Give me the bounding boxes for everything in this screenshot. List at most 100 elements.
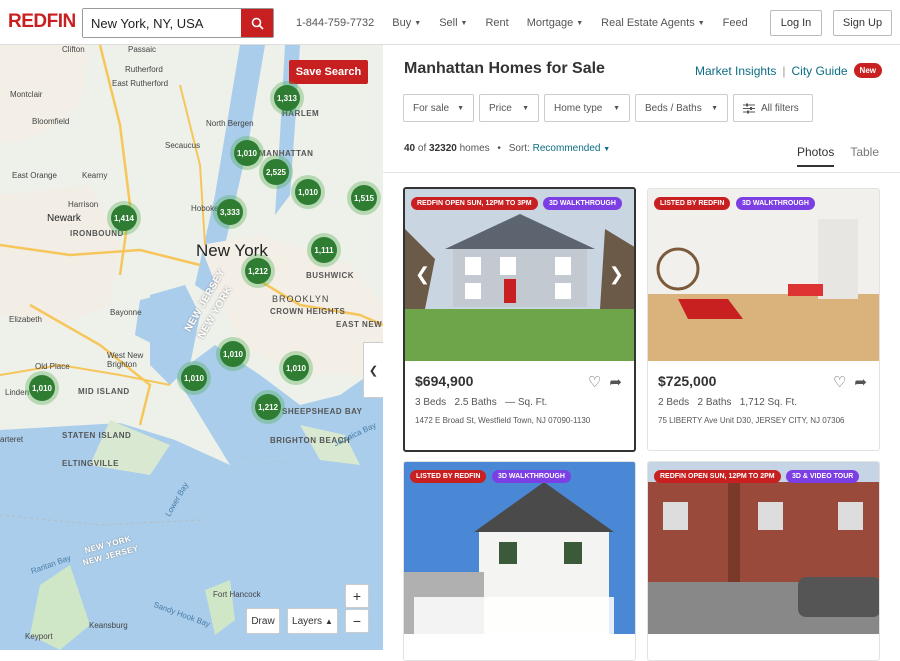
interior-photo: [648, 189, 879, 361]
listing-photo[interactable]: REDFIN OPEN SUN, 12PM TO 2PM 3D & VIDEO …: [648, 462, 879, 634]
filter-home-type[interactable]: Home type ▼: [544, 94, 630, 122]
filter-label: For sale: [413, 102, 450, 114]
results-panel: Manhattan Homes for Sale Market Insights…: [383, 45, 900, 661]
collapse-map-button[interactable]: ❮: [363, 342, 383, 398]
heart-icon[interactable]: ♡: [588, 373, 601, 391]
nav-buy[interactable]: Buy ▼: [392, 17, 421, 29]
house-photo: [405, 189, 634, 361]
search-button[interactable]: [241, 9, 273, 37]
sort-dropdown[interactable]: Recommended ▼: [533, 143, 611, 154]
sliders-icon: [743, 103, 755, 113]
search-icon: [251, 17, 264, 30]
map-label: North Bergen: [206, 119, 254, 128]
layers-button[interactable]: Layers ▲: [287, 608, 338, 634]
cluster-count: 1,515: [351, 185, 377, 211]
redfin-logo[interactable]: REDFIN: [8, 11, 76, 33]
nav-feed[interactable]: Feed: [723, 17, 748, 29]
cluster-count: 1,010: [295, 179, 321, 205]
draw-button[interactable]: Draw: [246, 608, 280, 634]
sort-label: Sort:: [508, 143, 530, 154]
search-input[interactable]: [83, 9, 241, 37]
listing-card[interactable]: REDFIN OPEN SUN, 12PM TO 3PM 3D WALKTHRO…: [403, 187, 636, 452]
zoom-out-button[interactable]: −: [345, 609, 369, 633]
nav-agents[interactable]: Real Estate Agents ▼: [601, 17, 705, 29]
sqft: 1,712 Sq. Ft.: [739, 397, 798, 408]
phone-number[interactable]: 1-844-759-7732: [296, 17, 374, 29]
city-guide-link[interactable]: City Guide: [792, 64, 848, 78]
market-insights-link[interactable]: Market Insights: [695, 64, 776, 78]
map-label: Rutherford: [125, 65, 163, 74]
walkthrough-tag: 3D WALKTHROUGH: [736, 197, 815, 210]
layers-label: Layers: [292, 615, 323, 627]
map-label: Harrison: [68, 200, 99, 209]
listing-card[interactable]: REDFIN OPEN SUN, 12PM TO 2PM 3D & VIDEO …: [647, 461, 880, 661]
cluster-marker[interactable]: 1,010: [279, 351, 313, 385]
count-unit: homes: [459, 143, 490, 154]
new-badge: New: [853, 63, 882, 78]
listing-address[interactable]: 1472 E Broad St, Westfield Town, NJ 0709…: [415, 416, 590, 425]
filter-label: Home type: [554, 102, 603, 114]
save-search-button[interactable]: Save Search: [289, 60, 368, 84]
map-label: Kearny: [82, 171, 108, 180]
cluster-marker[interactable]: 2,525: [259, 155, 293, 189]
filter-for-sale[interactable]: For sale ▼: [403, 94, 474, 122]
nav-rent[interactable]: Rent: [485, 17, 508, 29]
cluster-count: 1,010: [181, 365, 207, 391]
cluster-count: 3,333: [217, 199, 243, 225]
cluster-marker[interactable]: 1,111: [307, 233, 341, 267]
listing-photo[interactable]: LISTED BY REDFIN 3D WALKTHROUGH: [404, 462, 635, 634]
cluster-marker[interactable]: 1,010: [216, 337, 250, 371]
results-count: 40 of 32320 homes • Sort: Recommended ▼: [404, 143, 610, 154]
view-tabs: Photos Table: [781, 145, 879, 167]
listing-photo[interactable]: LISTED BY REDFIN 3D WALKTHROUGH: [648, 189, 879, 361]
listing-photo[interactable]: REDFIN OPEN SUN, 12PM TO 3PM 3D WALKTHRO…: [405, 189, 634, 361]
cluster-marker[interactable]: 1,212: [251, 390, 285, 424]
link-separator: |: [782, 63, 786, 78]
nav-sell[interactable]: Sell ▼: [439, 17, 467, 29]
cluster-marker[interactable]: 1,010: [177, 361, 211, 395]
cluster-marker[interactable]: 1,010: [25, 371, 59, 405]
share-icon[interactable]: ➦: [854, 373, 867, 391]
listing-card[interactable]: LISTED BY REDFIN 3D WALKTHROUGH: [403, 461, 636, 661]
nav-mortgage[interactable]: Mortgage ▼: [527, 17, 583, 29]
share-icon[interactable]: ➦: [609, 373, 622, 391]
chevron-down-icon: ▼: [697, 19, 705, 27]
baths: 2.5 Baths: [454, 397, 497, 408]
listing-stats: 2 Beds 2 Baths 1,712 Sq. Ft.: [658, 397, 797, 408]
map-label: Secaucus: [165, 141, 201, 150]
heart-icon[interactable]: ♡: [833, 373, 846, 391]
count-of: of: [417, 143, 427, 154]
cluster-count: 1,010: [283, 355, 309, 381]
divider: [383, 172, 900, 173]
cluster-marker[interactable]: 1,212: [241, 254, 275, 288]
cluster-marker[interactable]: 1,515: [347, 181, 381, 215]
login-button[interactable]: Log In: [770, 10, 822, 36]
map-label: SHEEPSHEAD BAY: [282, 407, 363, 416]
cluster-marker[interactable]: 1,010: [230, 136, 264, 170]
walkthrough-tag: 3D WALKTHROUGH: [543, 197, 622, 210]
cluster-marker[interactable]: 1,313: [270, 81, 304, 115]
map-view[interactable]: Save Search Clifton Passaic Rutherford E…: [0, 45, 383, 650]
count-shown: 40: [404, 143, 416, 154]
listing-address[interactable]: 75 LIBERTY Ave Unit D30, JERSEY CITY, NJ…: [658, 416, 844, 425]
cluster-marker[interactable]: 1,010: [291, 175, 325, 209]
cluster-count: 1,212: [245, 258, 271, 284]
chevron-down-icon: ▼: [576, 19, 584, 27]
baths: 2 Baths: [697, 397, 732, 408]
cluster-count: 2,525: [263, 159, 289, 185]
filter-beds-baths[interactable]: Beds / Baths ▼: [635, 94, 728, 122]
tab-photos[interactable]: Photos: [796, 145, 835, 167]
map-label: East Orange: [12, 171, 57, 180]
tab-table[interactable]: Table: [850, 145, 879, 167]
zoom-in-button[interactable]: +: [345, 584, 369, 608]
chevron-right-icon[interactable]: ❯: [609, 264, 624, 285]
cluster-marker[interactable]: 1,414: [107, 201, 141, 235]
signup-button[interactable]: Sign Up: [833, 10, 892, 36]
chevron-left-icon[interactable]: ❮: [415, 264, 430, 285]
cluster-marker[interactable]: 3,333: [213, 195, 247, 229]
filter-price[interactable]: Price ▼: [479, 94, 539, 122]
listed-by-tag: LISTED BY REDFIN: [410, 470, 487, 483]
map-label: EAST NEW YORK: [336, 320, 383, 329]
listing-card[interactable]: LISTED BY REDFIN 3D WALKTHROUGH $725,000…: [647, 188, 880, 451]
filter-all[interactable]: All filters: [733, 94, 813, 122]
